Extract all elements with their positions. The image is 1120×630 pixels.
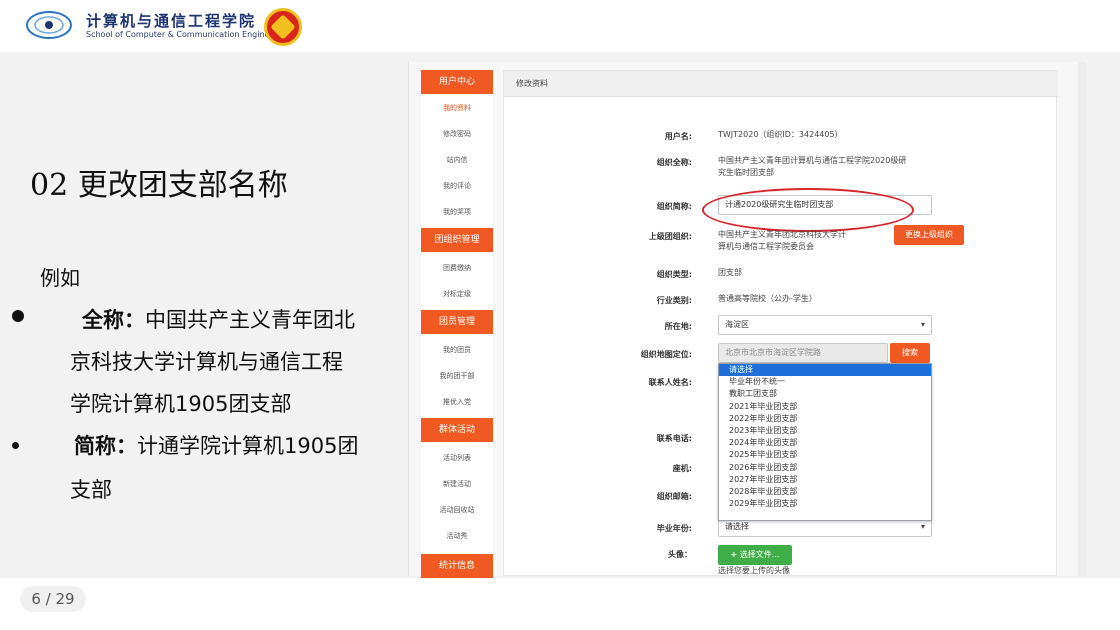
page-indicator: 6 / 29 <box>20 586 86 612</box>
league-emblem-icon <box>264 8 302 46</box>
dropdown-option[interactable]: 2028年毕业团支部 <box>719 486 931 498</box>
nav-section-header[interactable]: 群体活动 <box>421 418 493 442</box>
school-name-en: School of Computer & Communication Engin… <box>86 30 291 39</box>
nav-section-header[interactable]: 团组织管理 <box>421 228 493 252</box>
contact-name-label: 联系人姓名: <box>648 378 692 387</box>
short-name-label: 简称： <box>74 434 137 458</box>
landline-label: 座机: <box>672 464 692 473</box>
sidebar-item[interactable]: 我的奖项 <box>421 202 493 222</box>
sidebar-item[interactable]: 我的团员 <box>421 340 493 360</box>
dropdown-option[interactable]: 2021年毕业团支部 <box>719 401 931 413</box>
nav-section-header[interactable]: 用户中心 <box>421 70 493 94</box>
grad-year-dropdown[interactable]: 请选择 毕业年份不统一 教职工团支部 2021年毕业团支部 2022年毕业团支部 2023… <box>718 363 932 521</box>
sidebar-item[interactable]: 我的团干部 <box>421 366 493 386</box>
sidebar-item[interactable]: 活动列表 <box>421 448 493 468</box>
map-location-label: 组织地图定位: <box>640 350 692 359</box>
parent-org-label: 上级团组织: <box>648 232 692 241</box>
sidebar-item[interactable]: 推优入党 <box>421 392 493 412</box>
org-email-label: 组织邮箱: <box>656 492 692 501</box>
sidebar-item[interactable]: 团费缴纳 <box>421 258 493 278</box>
org-type-label: 组织类型: <box>656 270 692 279</box>
map-location-input[interactable]: 北京市北京市海淀区学院路 <box>718 343 888 363</box>
short-name-line-1: 简称：计通学院计算机1905团 <box>74 430 358 460</box>
change-parent-org-button[interactable]: 更换上级组织 <box>894 225 964 245</box>
website-screenshot: 用户中心我的资料修改密码站内信我的评论我的奖项团组织管理团费缴纳对标定级团员管理… <box>408 62 1086 578</box>
grad-year-label: 毕业年份: <box>656 524 692 533</box>
footer: 6 / 29 <box>0 578 1120 630</box>
short-name-text-1: 计通学院计算机1905团 <box>137 434 359 458</box>
dropdown-option[interactable]: 教职工团支部 <box>719 388 931 400</box>
avatar-label: 头像： <box>668 550 692 559</box>
username-value: TWJT2020（组织ID：3424405） <box>718 130 843 139</box>
org-fullname-value-1: 中国共产主义青年团计算机与通信工程学院2020级研 <box>718 156 907 165</box>
dropdown-option[interactable]: 毕业年份不统一 <box>719 376 931 388</box>
sidebar-item[interactable]: 修改密码 <box>421 124 493 144</box>
dropdown-option[interactable]: 2022年毕业团支部 <box>719 413 931 425</box>
dropdown-option[interactable]: 请选择 <box>719 364 931 377</box>
phone-label: 联系电话: <box>656 434 692 443</box>
org-fullname-value-2: 究生临时团支部 <box>718 168 774 177</box>
school-name-cn: 计算机与通信工程学院 <box>86 12 257 30</box>
location-value: 海淀区 <box>725 320 749 329</box>
avatar-hint: 选择您要上传的头像 <box>718 566 790 575</box>
sidebar-item[interactable]: 对标定级 <box>421 284 493 304</box>
nav-section-header[interactable]: 统计信息 <box>421 554 493 578</box>
choose-file-button[interactable]: + 选择文件... <box>718 545 792 565</box>
dropdown-option[interactable]: 2025年毕业团支部 <box>719 449 931 461</box>
full-name-line-3: 学院计算机1905团支部 <box>70 392 292 416</box>
highlight-ellipse <box>702 188 914 232</box>
school-logo-icon <box>26 11 72 39</box>
edit-profile-panel: 修改资料 用户名: TWJT2020（组织ID：3424405） 组织全称: 中… <box>503 70 1058 576</box>
dropdown-option[interactable]: 2023年毕业团支部 <box>719 425 931 437</box>
org-shortname-label: 组织简称: <box>656 202 692 211</box>
choose-file-label: 选择文件... <box>739 550 780 559</box>
short-name-line-2: 支部 <box>70 478 112 502</box>
bullet-icon <box>12 442 19 449</box>
dropdown-option[interactable]: 2029年毕业团支部 <box>719 498 931 510</box>
full-name-line-1: 全称：中国共产主义青年团北 <box>82 304 355 334</box>
location-select[interactable]: 海淀区 ▾ <box>718 315 932 335</box>
sidebar-item[interactable]: 我的资料 <box>421 98 493 118</box>
sidebar-nav: 用户中心我的资料修改密码站内信我的评论我的奖项团组织管理团费缴纳对标定级团员管理… <box>421 70 493 578</box>
full-name-line-2: 京科技大学计算机与通信工程 <box>70 350 343 374</box>
parent-org-value-2: 算机与通信工程学院委员会 <box>718 242 814 251</box>
dropdown-option[interactable]: 2024年毕业团支部 <box>719 437 931 449</box>
header: 计算机与通信工程学院 School of Computer & Communic… <box>0 0 1120 52</box>
slide: 02 更改团支部名称 例如 全称：中国共产主义青年团北 京科技大学计算机与通信工… <box>0 52 1120 578</box>
org-type-value: 团支部 <box>718 268 742 277</box>
dropdown-option[interactable]: 2027年毕业团支部 <box>719 474 931 486</box>
grad-year-value: 请选择 <box>725 522 749 531</box>
sidebar-item[interactable]: 站内信 <box>421 150 493 170</box>
chevron-down-icon: ▾ <box>920 320 925 329</box>
slide-title: 02 更改团支部名称 <box>30 168 288 203</box>
plus-icon: + <box>730 550 738 559</box>
nav-section-header[interactable]: 团员管理 <box>421 310 493 334</box>
example-label: 例如 <box>40 266 80 290</box>
industry-label: 行业类别: <box>656 296 692 305</box>
parent-org-value-1: 中国共产主义青年团北京科技大学计 <box>718 230 846 239</box>
org-fullname-label: 组织全称: <box>656 158 692 167</box>
full-name-label: 全称： <box>82 308 145 332</box>
industry-value: 普通高等院校（公办-学生） <box>718 294 817 303</box>
bullet-icon <box>12 310 24 322</box>
location-label: 所在地: <box>664 322 692 331</box>
dropdown-option[interactable]: 2026年毕业团支部 <box>719 462 931 474</box>
full-name-text-1: 中国共产主义青年团北 <box>145 308 355 332</box>
scrollbar[interactable] <box>1078 62 1086 576</box>
sidebar-item[interactable]: 我的评论 <box>421 176 493 196</box>
panel-title: 修改资料 <box>504 71 1058 97</box>
sidebar-item[interactable]: 新建活动 <box>421 474 493 494</box>
sidebar-item[interactable]: 活动回收站 <box>421 500 493 520</box>
username-label: 用户名: <box>664 132 692 141</box>
sidebar-item[interactable]: 活动秀 <box>421 526 493 546</box>
search-button[interactable]: 搜索 <box>890 343 930 363</box>
